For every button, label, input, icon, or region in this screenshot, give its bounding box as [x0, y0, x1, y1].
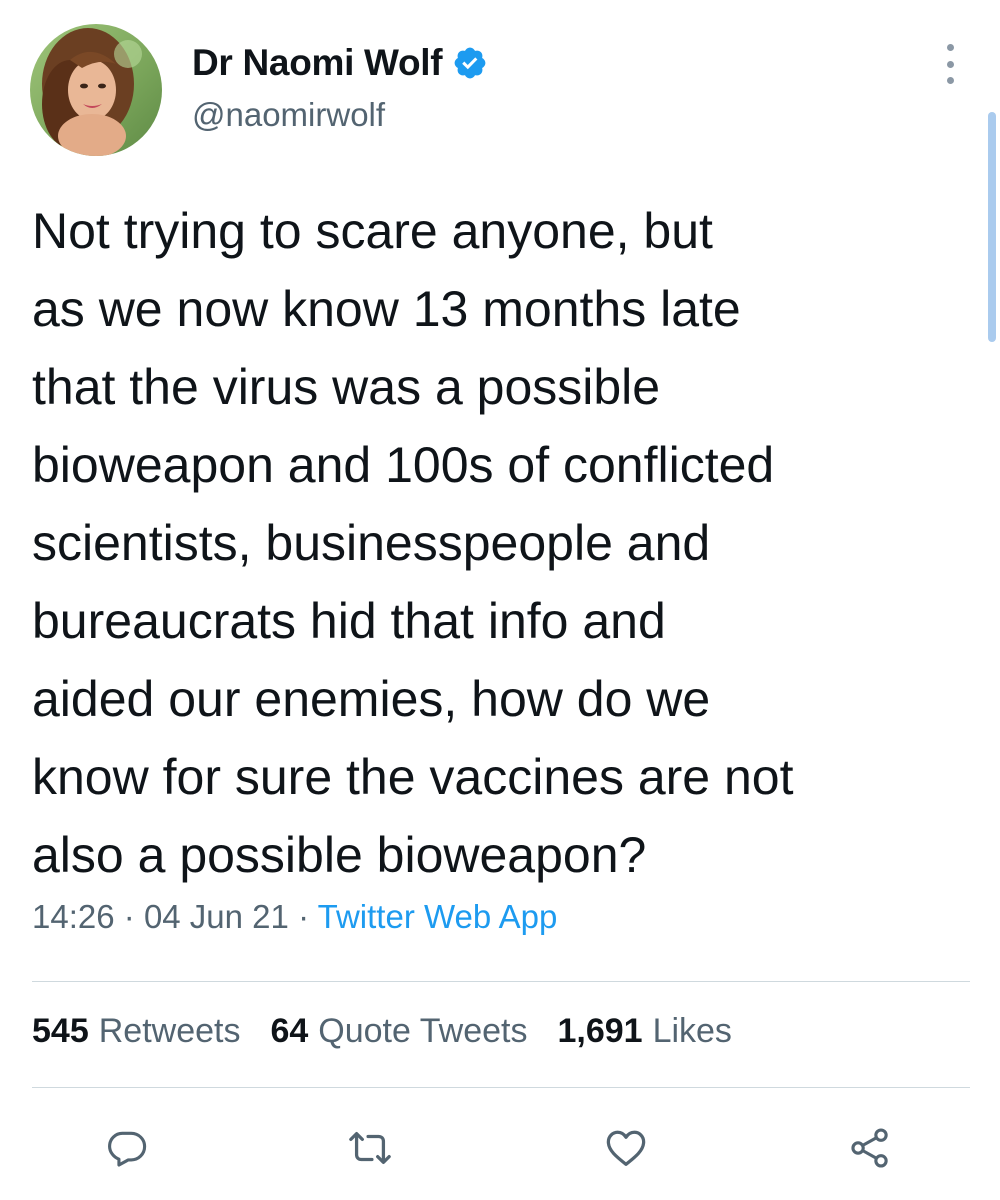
divider	[32, 981, 970, 982]
tweet-stats: 545 Retweets 64 Quote Tweets 1,691 Likes	[32, 1012, 762, 1051]
share-button[interactable]	[846, 1124, 894, 1172]
quote-tweets-stat[interactable]: 64 Quote Tweets	[270, 1012, 527, 1051]
quote-tweets-label: Quote Tweets	[318, 1012, 528, 1050]
tweet-text-line: scientists, businesspeople and	[32, 515, 711, 571]
retweets-count: 545	[32, 1012, 89, 1050]
tweet-text-line: also a possible bioweapon?	[32, 827, 647, 883]
reply-button[interactable]	[103, 1124, 151, 1172]
author-name-row[interactable]: Dr Naomi Wolf	[192, 38, 488, 88]
more-dot	[946, 44, 954, 51]
tweet-text-line: aided our enemies, how do we	[32, 671, 711, 727]
tweet-source-link[interactable]: Twitter Web App	[318, 898, 558, 935]
author-handle[interactable]: @naomirwolf	[192, 96, 385, 134]
retweets-stat[interactable]: 545 Retweets	[32, 1012, 240, 1051]
tweet-text: Not trying to scare anyone, but as we no…	[32, 192, 987, 894]
divider	[32, 1087, 970, 1088]
retweet-button[interactable]	[346, 1124, 394, 1172]
tweet-actions	[0, 1124, 1000, 1172]
avatar[interactable]	[30, 24, 162, 156]
likes-count: 1,691	[557, 1012, 643, 1050]
more-dot	[946, 77, 954, 84]
retweet-icon	[349, 1131, 391, 1165]
tweet-meta: 14:26 · 04 Jun 21 · Twitter Web App	[32, 898, 557, 936]
tweet-text-line: bioweapon and 100s of conflicted	[32, 437, 775, 493]
verified-badge-icon	[452, 45, 488, 81]
tweet-time[interactable]: 14:26	[32, 898, 115, 935]
meta-separator: ·	[298, 898, 318, 935]
tweet-text-line: that the virus was a possible	[32, 359, 661, 415]
author-display-name[interactable]: Dr Naomi Wolf	[192, 42, 443, 84]
meta-separator: ·	[123, 898, 144, 935]
more-vertical-icon[interactable]	[936, 44, 964, 84]
share-icon	[851, 1128, 888, 1168]
tweet-text-line: know for sure the vaccines are not	[32, 749, 794, 805]
scrollbar[interactable]	[988, 112, 996, 342]
tweet-date[interactable]: 04 Jun 21	[144, 898, 289, 935]
likes-stat[interactable]: 1,691 Likes	[557, 1012, 731, 1051]
reply-icon	[108, 1131, 147, 1167]
tweet-text-line: Not trying to scare anyone, but	[32, 203, 713, 259]
more-dot	[946, 60, 954, 68]
retweets-label: Retweets	[98, 1012, 241, 1050]
likes-label: Likes	[652, 1012, 732, 1050]
like-button[interactable]	[602, 1124, 650, 1172]
quote-tweets-count: 64	[270, 1012, 309, 1050]
heart-icon	[606, 1130, 646, 1166]
tweet-text-line: bureaucrats hid that info and	[32, 593, 666, 649]
tweet-text-line: as we now know 13 months late	[32, 281, 741, 337]
